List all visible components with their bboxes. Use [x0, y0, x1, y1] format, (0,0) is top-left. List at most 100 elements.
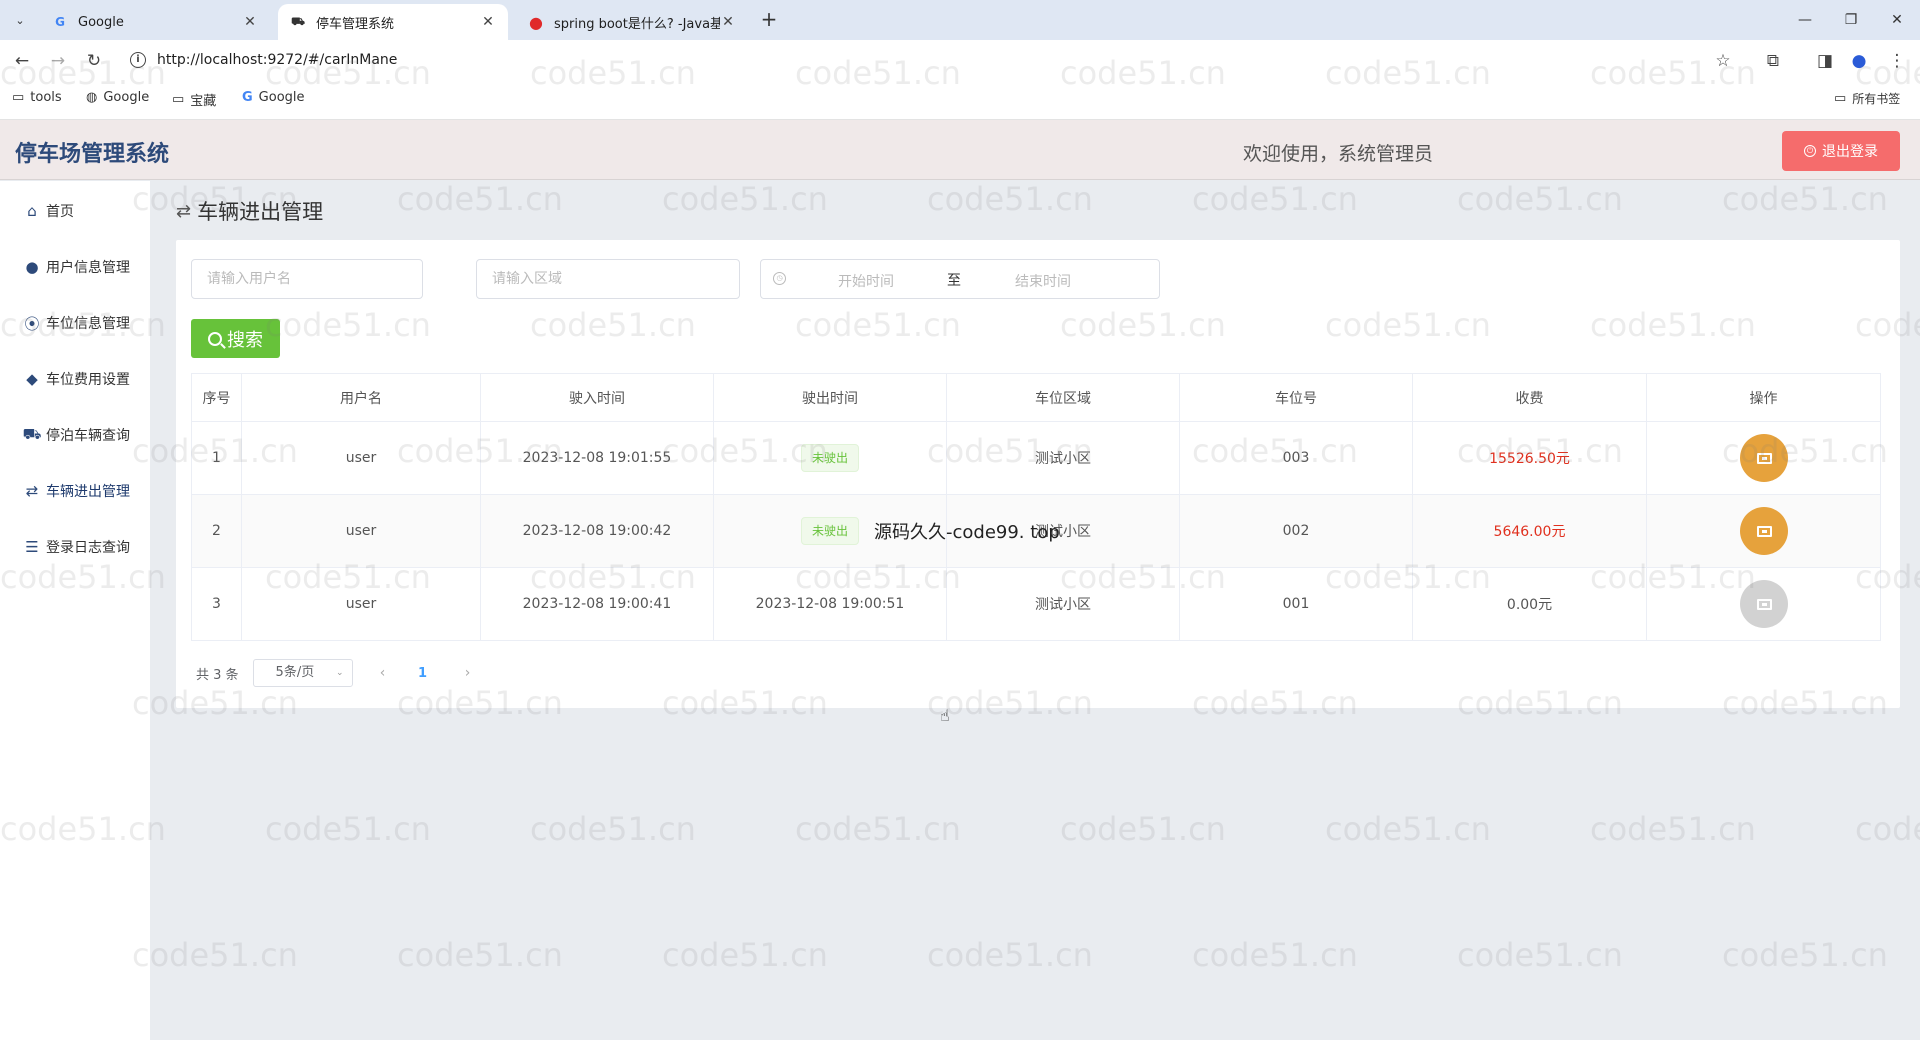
watermark-text: code51.cn — [795, 810, 961, 848]
bookmark-treasure[interactable]: ▭ 宝藏 — [172, 90, 216, 109]
area-input[interactable]: 请输入区域 — [476, 259, 740, 299]
tab-close-icon[interactable]: ✕ — [720, 14, 736, 30]
cell-spot: 002 — [1179, 494, 1413, 568]
page-title: ⇄ 车辆进出管理 — [176, 196, 323, 226]
pagination: 共 3 条 5条/页 ⌄ ‹ 1 › — [196, 659, 483, 687]
watermark-text: code51.cn — [265, 810, 431, 848]
car-icon: ⛟ — [22, 425, 42, 443]
tab-search-chevron-icon[interactable]: ⌄ — [8, 8, 32, 32]
cell-in-time: 2023-12-08 19:01:55 — [480, 421, 714, 495]
ticket-icon — [1756, 453, 1772, 464]
cell-fee: 0.00元 — [1412, 567, 1647, 641]
range-separator: 至 — [947, 273, 961, 289]
watermark-text: code51.cn — [662, 180, 828, 218]
bookmark-google-2[interactable]: G Google — [242, 90, 305, 105]
prev-page-icon[interactable]: ‹ — [368, 665, 398, 681]
close-window-icon[interactable]: ✕ — [1882, 8, 1912, 32]
checkout-button-disabled[interactable] — [1739, 580, 1788, 628]
browser-tab-springboot[interactable]: ● spring boot是什么? -Java基础 ✕ — [516, 4, 748, 40]
cell-area: 测试小区 — [946, 567, 1180, 641]
sidebar-item-users[interactable]: ● 用户信息管理 — [0, 247, 150, 287]
back-icon[interactable]: ← — [8, 48, 36, 74]
status-badge: 未驶出 — [800, 517, 859, 545]
column-header-fee: 收费 — [1412, 373, 1647, 422]
logout-icon: ⏻ — [1804, 145, 1816, 157]
tab-title: Google — [78, 14, 124, 30]
site-info-icon[interactable]: i — [130, 52, 146, 68]
chevron-down-icon: ⌄ — [336, 668, 344, 678]
pagination-total: 共 3 条 — [196, 667, 239, 683]
page-size-select[interactable]: 5条/页 ⌄ — [252, 659, 353, 687]
logout-label: 退出登录 — [1822, 144, 1878, 160]
watermark-text: code51.cn — [927, 180, 1093, 218]
checkout-button[interactable] — [1739, 507, 1788, 555]
watermark-text: code51.cn — [1457, 180, 1623, 218]
google-favicon-icon: G — [55, 15, 65, 29]
username-input[interactable]: 请输入用户名 — [191, 259, 423, 299]
table-row: 1 user 2023-12-08 19:01:55 未驶出 测试小区 003 … — [191, 421, 1881, 495]
extensions-icon[interactable]: ⧉ — [1760, 48, 1786, 74]
sidebar-item-parking-spots[interactable]: ⦿ 车位信息管理 — [0, 303, 150, 343]
browser-tab-parking[interactable]: ⛟ 停车管理系统 ✕ — [278, 4, 508, 40]
sidebar-item-parked-vehicles[interactable]: ⛟ 停泊车辆查询 — [0, 415, 150, 455]
status-badge: 未驶出 — [800, 444, 859, 472]
cell-fee: 15526.50元 — [1412, 421, 1647, 495]
column-header-in-time: 驶入时间 — [480, 373, 714, 422]
column-header-out-time: 驶出时间 — [713, 373, 947, 422]
bookmark-label: Google — [258, 90, 305, 105]
watermark-text: code51.cn — [1590, 810, 1756, 848]
end-time-input[interactable]: 结束时间 — [1015, 271, 1071, 291]
search-button-label: 搜索 — [227, 329, 263, 351]
forward-icon[interactable]: → — [44, 48, 72, 74]
cell-out-time: 2023-12-08 19:00:51 — [713, 567, 947, 641]
restore-icon[interactable]: ❐ — [1836, 8, 1866, 32]
sidebar-item-login-logs[interactable]: ☰ 登录日志查询 — [0, 527, 150, 567]
checkout-button[interactable] — [1739, 434, 1788, 482]
bookmark-google[interactable]: ◍ Google — [86, 90, 149, 105]
in-out-icon: ⇄ — [25, 482, 39, 500]
ticket-icon — [1756, 526, 1772, 537]
search-button[interactable]: 搜索 — [191, 319, 280, 358]
sidebar-item-home[interactable]: ⌂ 首页 — [0, 191, 150, 231]
hand-cursor-icon: ☝ — [940, 706, 950, 725]
menu-more-icon[interactable]: ⋮ — [1884, 48, 1910, 74]
watermark-text: code51.cn — [397, 936, 563, 974]
tab-close-icon[interactable]: ✕ — [480, 14, 496, 30]
sidebar-item-vehicle-in-out[interactable]: ⇄ 车辆进出管理 — [0, 471, 150, 511]
bookmark-label: Google — [103, 90, 150, 105]
bookmark-star-icon[interactable]: ☆ — [1710, 48, 1736, 74]
next-page-icon[interactable]: › — [453, 665, 483, 681]
log-icon: ☰ — [25, 538, 39, 556]
profile-icon[interactable]: ● — [1846, 48, 1872, 74]
cell-in-time: 2023-12-08 19:00:41 — [480, 567, 714, 641]
date-range-picker[interactable]: ◷ 开始时间 至 结束时间 — [760, 259, 1160, 299]
url-text[interactable]: http://localhost:9272/#/carInMane — [157, 52, 397, 68]
cell-out-time: 未驶出 — [713, 421, 947, 495]
column-header-index: 序号 — [191, 373, 242, 422]
all-bookmarks-label: 所有书签 — [1852, 92, 1901, 106]
watermark-text: code51.cn — [1060, 810, 1226, 848]
clock-icon: ◷ — [773, 272, 786, 285]
minimize-icon[interactable]: — — [1790, 8, 1820, 32]
new-tab-button[interactable]: + — [758, 8, 780, 32]
cell-area: 测试小区 — [946, 421, 1180, 495]
bookmark-label: tools — [30, 90, 62, 105]
tab-close-icon[interactable]: ✕ — [242, 14, 258, 30]
column-header-username: 用户名 — [241, 373, 481, 422]
address-bar[interactable]: i http://localhost:9272/#/carInMane — [122, 46, 1722, 76]
cell-actions — [1646, 421, 1881, 495]
all-bookmarks[interactable]: ▭ 所有书签 — [1834, 90, 1900, 107]
page-number[interactable]: 1 — [408, 666, 438, 681]
browser-tab-bar: ⌄ G Google ✕ ⛟ 停车管理系统 ✕ ● spring boot是什么… — [0, 0, 1920, 40]
sidebar-item-fee-settings[interactable]: ◆ 车位费用设置 — [0, 359, 150, 399]
cell-spot: 001 — [1179, 567, 1413, 641]
cell-index: 1 — [191, 421, 242, 495]
start-time-input[interactable]: 开始时间 — [838, 271, 894, 291]
browser-tab-google[interactable]: G Google ✕ — [40, 4, 270, 40]
bookmark-tools[interactable]: ▭ tools — [12, 90, 62, 105]
side-panel-icon[interactable]: ◨ — [1812, 48, 1838, 74]
reload-icon[interactable]: ↻ — [80, 48, 108, 74]
cell-username: user — [241, 567, 481, 641]
watermark-text: code51.cn — [1457, 936, 1623, 974]
logout-button[interactable]: ⏻ 退出登录 — [1782, 131, 1900, 171]
